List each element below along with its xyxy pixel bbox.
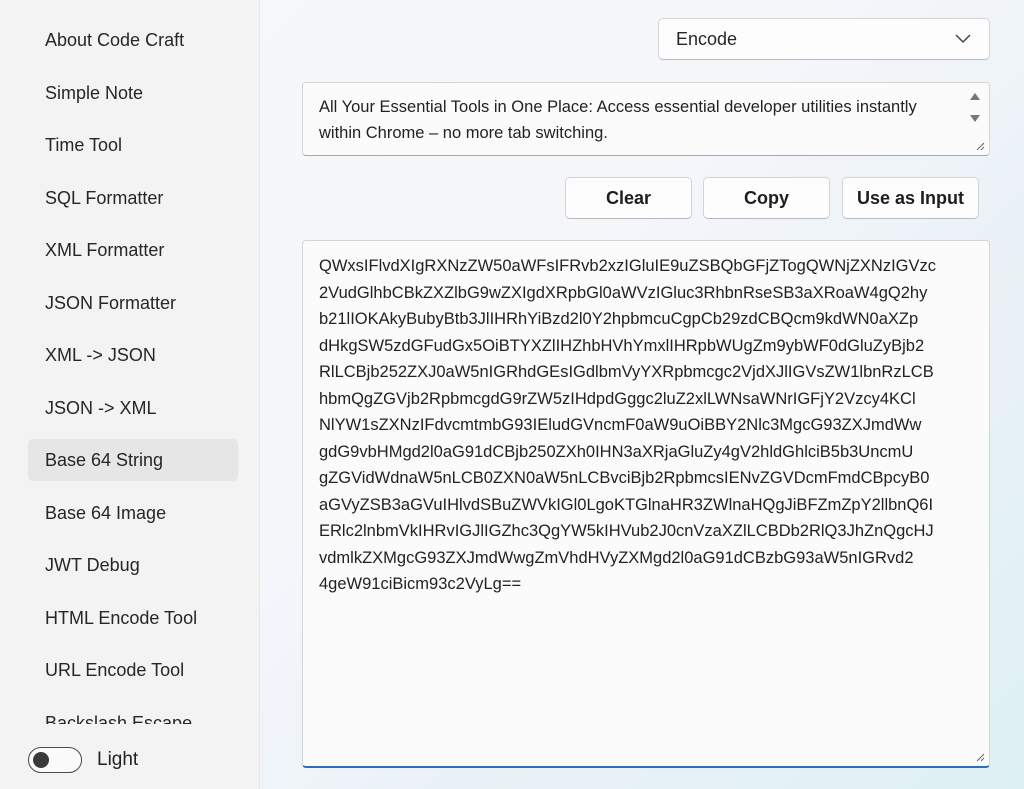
clear-button[interactable]: Clear	[565, 177, 692, 219]
output-line: hbmQgZGVjb2RpbmcgdG9rZW5zIHdpdGggc2luZ2x…	[319, 389, 916, 408]
sidebar-item-base64-string[interactable]: Base 64 String	[28, 439, 238, 481]
sidebar-item-time-tool[interactable]: Time Tool	[28, 124, 238, 166]
output-line: 4geW91ciBicm93c2VyLg==	[319, 575, 522, 593]
input-textarea[interactable]: All Your Essential Tools in One Place: A…	[302, 82, 990, 156]
resize-grip-icon[interactable]	[975, 141, 985, 151]
output-line: ERlc2lnbmVkIHRvIGJlIGZhc3QgYW5kIHVub2J0c…	[319, 522, 934, 540]
scroll-up-arrow-icon[interactable]	[970, 93, 980, 100]
chevron-down-icon	[955, 34, 971, 44]
theme-toggle[interactable]	[28, 747, 82, 773]
output-textarea[interactable]: QWxsIFlvdXIgRXNzZW50aWFsIFRvb2xzIGluIE9u…	[302, 240, 990, 768]
sidebar-item-simple-note[interactable]: Simple Note	[28, 72, 238, 114]
toggle-knob	[33, 751, 49, 768]
theme-label: Light	[97, 749, 139, 770]
sidebar: About Code Craft Simple Note Time Tool S…	[0, 0, 260, 789]
sidebar-item-about-code-craft[interactable]: About Code Craft	[28, 19, 238, 61]
output-line: b21lIOKAkyBubyBtb3JlIHRhYiBzd2l0Y2hpbmcu…	[319, 310, 919, 328]
sidebar-item-url-encode-tool[interactable]: URL Encode Tool	[28, 649, 238, 691]
output-line: RlLCBjb252ZXJ0aW5nIGRhdGEsIGdlbmVyYXRpbm…	[319, 363, 934, 381]
mode-select-value: Encode	[676, 29, 738, 49]
output-line: NlYW1sZXNzIFdvcmtmbG93IEludGVncmF0aW9uOi…	[319, 416, 922, 434]
resize-grip-icon[interactable]	[975, 752, 985, 762]
sidebar-item-xml-to-json[interactable]: XML -> JSON	[28, 334, 238, 376]
sidebar-item-json-formatter[interactable]: JSON Formatter	[28, 282, 238, 324]
sidebar-nav: About Code Craft Simple Note Time Tool S…	[0, 0, 260, 724]
output-line: gZGVidWdnaW5nLCB0ZXN0aW5nLCBvciBjb2Rpbmc…	[319, 469, 930, 487]
copy-button[interactable]: Copy	[703, 177, 830, 219]
use-as-input-button[interactable]: Use as Input	[842, 177, 979, 219]
input-text: All Your Essential Tools in One Place: A…	[319, 98, 917, 142]
output-text: QWxsIFlvdXIgRXNzZW50aWFsIFRvb2xzIGluIE9u…	[319, 253, 979, 598]
output-line: 2VudGlhbCBkZXZlbG9wZXIgdXRpbGl0aWVzIGluc…	[319, 283, 928, 302]
output-line: vdmlkZXMgcG93ZXJmdWwgZmVhdHVyZXMgd2l0aG9…	[319, 548, 914, 567]
sidebar-item-jwt-debug[interactable]: JWT Debug	[28, 544, 238, 586]
sidebar-item-xml-formatter[interactable]: XML Formatter	[28, 229, 238, 271]
output-line: QWxsIFlvdXIgRXNzZW50aWFsIFRvb2xzIGluIE9u…	[319, 257, 937, 275]
mode-select[interactable]: Encode	[658, 18, 990, 60]
sidebar-item-backslash-escape[interactable]: Backslash Escape	[28, 702, 238, 724]
sidebar-item-json-to-xml[interactable]: JSON -> XML	[28, 387, 238, 429]
sidebar-item-html-encode-tool[interactable]: HTML Encode Tool	[28, 597, 238, 639]
sidebar-item-base64-image[interactable]: Base 64 Image	[28, 492, 238, 534]
sidebar-item-sql-formatter[interactable]: SQL Formatter	[28, 177, 238, 219]
scroll-down-arrow-icon[interactable]	[970, 115, 980, 122]
output-line: aGVyZSB3aGVuIHlvdSBuZWVkIGl0LgoKTGlnaHR3…	[319, 495, 934, 514]
output-line: gdG9vbHMgd2l0aG91dCBjb250ZXh0IHN3aXRjaGl…	[319, 442, 914, 461]
output-line: dHkgSW5zdGFudGx5OiBTYXZlIHZhbHVhYmxlIHRp…	[319, 336, 925, 355]
